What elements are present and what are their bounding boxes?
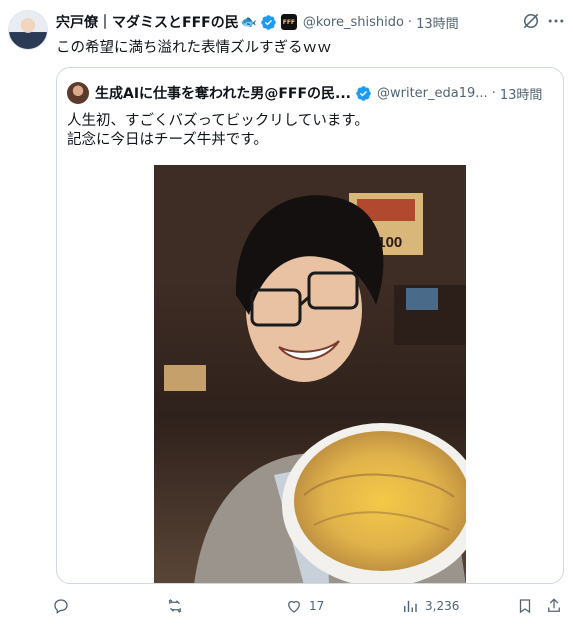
share-button[interactable] [545, 594, 563, 618]
bookmark-button[interactable] [516, 594, 534, 618]
tweet-text: この希望に満ち溢れた表情ズルすぎるｗｗ [56, 40, 332, 56]
fish-emoji-icon: 🐟 [240, 14, 257, 30]
quoted-text-line: 記念に今日はチーズ牛丼です。 [67, 132, 268, 148]
quoted-avatar[interactable] [67, 82, 89, 104]
tweet[interactable]: 宍戸僚｜マダミスとFFFの民 🐟 FFF @kore_shishido · 13… [0, 0, 573, 627]
quoted-text-line: 人生初、すごくバズってビックリしています。 [67, 113, 369, 129]
reply-button[interactable] [52, 594, 76, 618]
views-count: 3,236 [425, 599, 460, 613]
quoted-tweet[interactable]: 生成AIに仕事を奪われた男@FFFの民... @writer_eda19... … [56, 67, 564, 584]
author-name[interactable]: 宍戸僚｜マダミスとFFFの民 [56, 12, 239, 32]
views-button[interactable]: 3,236 [401, 594, 459, 618]
views-icon [404, 600, 417, 612]
grok-icon[interactable] [521, 11, 541, 31]
more-icon[interactable] [546, 11, 566, 31]
author-handle[interactable]: @kore_shishido [303, 15, 404, 30]
bookmark-icon [519, 599, 531, 614]
reply-icon [54, 599, 68, 615]
verified-badge-icon [261, 14, 276, 30]
org-badge-icon: FFF [280, 14, 297, 30]
like-button[interactable]: 17 [285, 594, 324, 618]
action-bar: 17 3,236 [0, 592, 573, 620]
quoted-author-name[interactable]: 生成AIに仕事を奪われた男@FFFの民... [95, 83, 351, 103]
quoted-header: 生成AIに仕事を奪われた男@FFFの民... @writer_eda19... … [95, 82, 560, 104]
like-count: 17 [309, 599, 325, 613]
quoted-photo[interactable]: 1100 [154, 165, 466, 583]
repost-icon [168, 599, 182, 613]
quoted-handle[interactable]: @writer_eda19... [377, 86, 488, 101]
separator-dot: · [491, 85, 496, 101]
verified-badge-icon [356, 85, 371, 101]
repost-button[interactable] [166, 594, 190, 618]
separator-dot: · [407, 14, 413, 30]
quoted-time[interactable]: 13時間 [500, 84, 543, 103]
tweet-header: 宍戸僚｜マダミスとFFFの民 🐟 FFF @kore_shishido · 13… [56, 12, 526, 32]
share-icon [548, 598, 560, 612]
selfie-photo: 1100 [154, 165, 466, 583]
post-time[interactable]: 13時間 [416, 13, 459, 32]
avatar[interactable] [8, 10, 48, 50]
quoted-text: 人生初、すごくバズってビックリしています。 記念に今日はチーズ牛丼です。 [67, 112, 369, 150]
like-icon [288, 600, 300, 613]
